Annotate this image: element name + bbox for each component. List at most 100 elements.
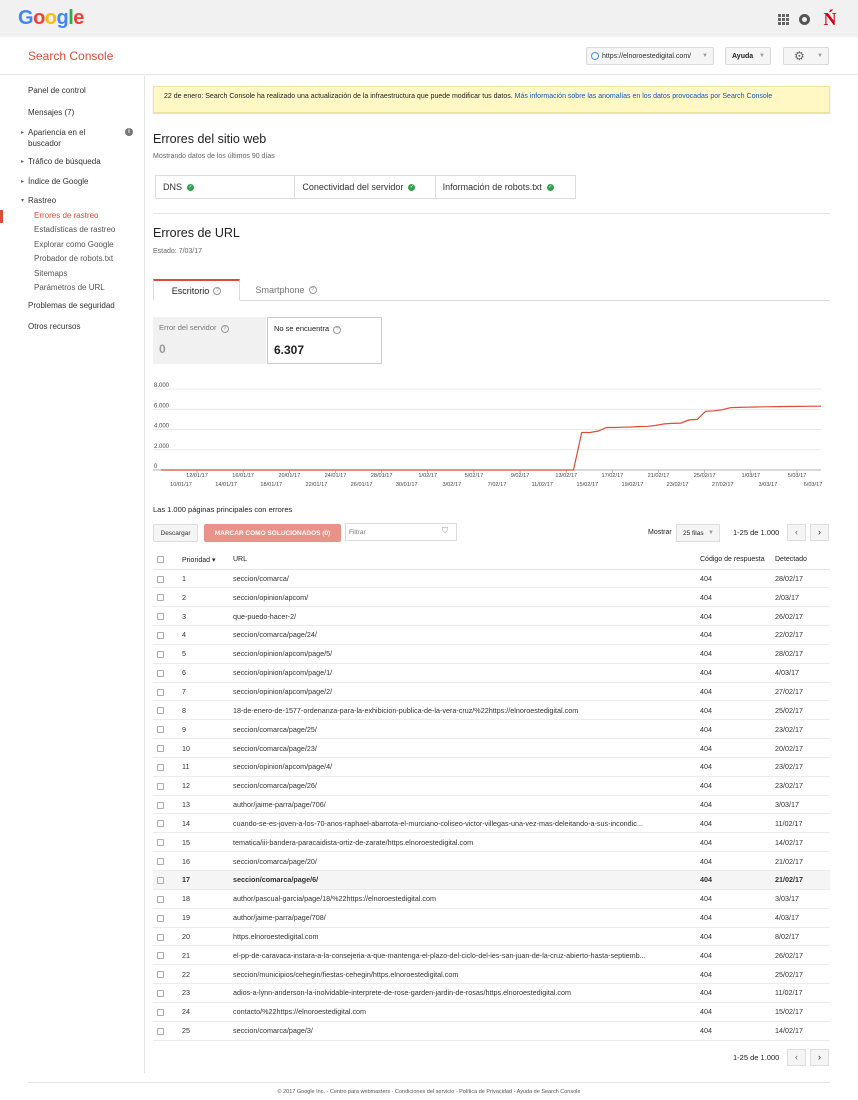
row-checkbox[interactable] <box>157 1008 164 1016</box>
help-icon[interactable]: ? <box>213 286 222 295</box>
help-dropdown[interactable]: Ayuda ▼ <box>725 47 771 65</box>
status-server[interactable]: Conectividad del servidor ✓ <box>295 176 436 198</box>
row-checkbox[interactable] <box>157 914 164 922</box>
row-checkbox[interactable] <box>157 839 164 847</box>
table-row[interactable]: 16 seccion/comarca/page/20/404 21/02/17 <box>153 851 830 871</box>
prev-page-button-bottom[interactable]: ‹ <box>787 1049 806 1066</box>
table-row[interactable]: 11 seccion/opinion/apcom/page/4/404 23/02/… <box>153 757 830 777</box>
sidebar-item-fetch-as-google[interactable]: Explorar como Google <box>34 240 114 249</box>
row-checkbox[interactable] <box>157 858 164 866</box>
row-checkbox[interactable] <box>157 613 164 621</box>
table-row[interactable]: 25 seccion/comarca/page/3/404 14/02/17 <box>153 1021 830 1041</box>
table-row[interactable]: 22 seccion/municipios/cehegin/fiestas-ceh… <box>153 964 830 985</box>
sidebar-item-robots-tester[interactable]: Probador de robots.txt <box>34 254 113 263</box>
row-checkbox[interactable] <box>157 707 164 715</box>
next-page-button[interactable]: › <box>810 524 829 541</box>
row-checkbox[interactable] <box>157 990 164 998</box>
sidebar-item-url-parameters[interactable]: Parámetros de URL <box>34 283 105 292</box>
table-row[interactable]: 21 el-pp-de-caravaca-instara-a-la-conseje… <box>153 945 830 966</box>
table-row[interactable]: 6 seccion/opinion/apcom/page/1/404 4/03/17 <box>153 663 830 683</box>
table-row[interactable]: 24 contacto/%22https://elnoroestedigital.… <box>153 1002 830 1022</box>
row-checkbox[interactable] <box>157 782 164 790</box>
row-checkbox[interactable] <box>157 650 164 658</box>
sidebar-item-other-resources[interactable]: Otros recursos <box>28 322 80 331</box>
prev-page-button[interactable]: ‹ <box>787 524 806 541</box>
table-row[interactable]: 3 que-puedo-hacer-2/404 26/02/17 <box>153 606 830 627</box>
table-row[interactable]: 15 tematica/iii-bandera-paracaidista-orti… <box>153 832 830 853</box>
table-row[interactable]: 14 cuando-se-es-joven-a-los-70-anos-rapha… <box>153 813 830 834</box>
table-row[interactable]: 9 seccion/comarca/page/25/404 23/02/17 <box>153 719 830 740</box>
filter-input[interactable] <box>345 523 457 541</box>
row-checkbox[interactable] <box>157 971 164 979</box>
row-checkbox[interactable] <box>157 933 164 941</box>
next-page-button-bottom[interactable]: › <box>810 1049 829 1066</box>
table-row[interactable]: 10 seccion/comarca/page/23/404 20/02/17 <box>153 738 830 758</box>
download-button[interactable]: Descargar <box>153 524 198 542</box>
row-checkbox[interactable] <box>157 763 164 771</box>
status-dns[interactable]: DNS ✓ <box>156 176 296 198</box>
url-header[interactable]: URL <box>233 551 700 570</box>
tab-desktop[interactable]: Escritorio? <box>153 279 240 301</box>
table-row[interactable]: 23 adios-a-lynn-anderson-la-inolvidable-i… <box>153 983 830 1003</box>
row-checkbox[interactable] <box>157 669 164 677</box>
sidebar-item-search-appearance[interactable]: Apariencia en el <box>21 128 85 137</box>
metric-not-found[interactable]: No se encuentra? 6.307 <box>267 317 382 364</box>
row-checkbox[interactable] <box>157 726 164 734</box>
rows-per-page-select[interactable]: 25 filas ▼ <box>676 524 720 542</box>
account-brand-icon[interactable]: Ń <box>820 9 840 29</box>
table-row[interactable]: 7 seccion/opinion/apcom/page/2/404 27/02/1… <box>153 682 830 702</box>
property-selector[interactable]: https://elnoroestedigital.com/ ▼ <box>586 47 714 65</box>
help-icon[interactable]: ? <box>333 326 342 334</box>
row-checkbox[interactable] <box>157 877 164 885</box>
priority-header[interactable]: Prioridad ▾ <box>182 551 233 570</box>
notice-link[interactable]: Más información sobre las anomalías en l… <box>515 93 773 100</box>
status-robots[interactable]: Información de robots.txt ✓ <box>436 176 575 198</box>
table-row[interactable]: 1 seccion/comarca/404 28/02/17 <box>153 569 830 589</box>
help-icon[interactable]: ? <box>308 286 317 294</box>
detected-header[interactable]: Detectado <box>775 551 830 570</box>
table-row[interactable]: 2 seccion/opinion/apcom/404 2/03/17 <box>153 587 830 608</box>
table-row[interactable]: 5 seccion/opinion/apcom/page/5/404 28/02/1… <box>153 644 830 664</box>
product-title[interactable]: Search Console <box>28 49 113 63</box>
settings-dropdown[interactable]: ⚙ ▼ <box>783 47 829 65</box>
select-all-checkbox[interactable] <box>157 556 164 564</box>
row-checkbox[interactable] <box>157 895 164 903</box>
row-checkbox[interactable] <box>157 632 164 640</box>
table-row[interactable]: 18 author/pascual-garcia/page/18/%22https… <box>153 889 830 909</box>
apps-icon[interactable] <box>778 13 789 25</box>
row-checkbox[interactable] <box>157 575 164 583</box>
tab-smartphone[interactable]: Smartphone? <box>246 279 326 301</box>
sidebar-item-crawl-stats[interactable]: Estadísticas de rastreo <box>34 225 115 234</box>
sidebar-item-search-appearance-cont[interactable]: buscador <box>28 139 61 148</box>
row-checkbox[interactable] <box>157 1027 164 1035</box>
row-checkbox[interactable] <box>157 745 164 753</box>
table-row[interactable]: 4 seccion/comarca/page/24/404 22/02/17 <box>153 625 830 645</box>
sidebar-item-crawl[interactable]: Rastreo <box>21 196 56 205</box>
sidebar-item-google-index[interactable]: Índice de Google <box>21 177 88 186</box>
help-icon[interactable]: ? <box>220 325 229 333</box>
row-checkbox[interactable] <box>157 801 164 809</box>
sidebar-item-sitemaps[interactable]: Sitemaps <box>34 269 67 278</box>
table-row[interactable]: 13 author/jaime-parra/page/706/404 3/03/17 <box>153 795 830 815</box>
code-header[interactable]: Código de respuesta <box>700 551 775 570</box>
row-checkbox[interactable] <box>157 952 164 960</box>
sidebar-item-security-issues[interactable]: Problemas de seguridad <box>28 301 115 310</box>
notifications-icon[interactable] <box>799 13 810 25</box>
mark-fixed-button[interactable]: MARCAR COMO SOLUCIONADOS (0) <box>204 524 341 542</box>
metric-server-error[interactable]: Error del servidor? 0 <box>153 317 266 364</box>
table-row[interactable]: 8 18-de-enero-de-1577-ordenanza-para-la-e… <box>153 700 830 721</box>
row-checkbox[interactable] <box>157 688 164 696</box>
info-icon[interactable]: i <box>125 128 133 136</box>
sidebar-item-crawl-errors[interactable]: Errores de rastreo <box>34 211 98 220</box>
google-logo[interactable]: Google <box>18 7 84 30</box>
detected-cell: 11/02/17 <box>775 983 830 1003</box>
row-checkbox[interactable] <box>157 594 164 602</box>
sidebar-item-search-traffic[interactable]: Tráfico de búsqueda <box>21 157 101 166</box>
sidebar-item-dashboard[interactable]: Panel de control <box>28 86 86 95</box>
sidebar-item-messages[interactable]: Mensajes (7) <box>28 108 74 117</box>
table-row[interactable]: 19 author/jaime-parra/page/708/404 4/03/17 <box>153 908 830 928</box>
table-row[interactable]: 20 https.elnoroestedigital.com 404 8/02/17 <box>153 927 830 947</box>
table-row[interactable]: 17 seccion/comarca/page/6/404 21/02/17 <box>153 870 830 890</box>
row-checkbox[interactable] <box>157 820 164 828</box>
table-row[interactable]: 12 seccion/comarca/page/26/404 23/02/17 <box>153 776 830 796</box>
